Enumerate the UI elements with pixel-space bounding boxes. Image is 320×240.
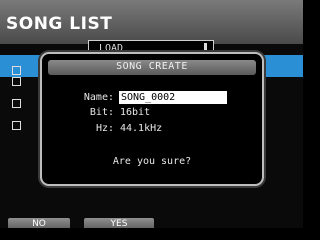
name-input[interactable]: SONG_0002 bbox=[119, 91, 227, 104]
song-list-screen: SONG LIST LOAD SONG CREATE Name: SONG_00… bbox=[0, 0, 303, 228]
checkbox[interactable] bbox=[12, 121, 21, 130]
checkbox[interactable] bbox=[12, 66, 21, 75]
bit-value: 16bit bbox=[120, 107, 151, 118]
no-button[interactable]: NO bbox=[8, 218, 70, 228]
dialog-titlebar: SONG CREATE bbox=[48, 60, 256, 75]
song-create-dialog: SONG CREATE Name: SONG_0002 Bit: 16bit H… bbox=[40, 52, 264, 186]
header-bar: SONG LIST bbox=[0, 0, 303, 44]
bit-label: Bit: bbox=[89, 107, 114, 118]
confirm-prompt: Are you sure? bbox=[112, 156, 192, 167]
hz-value: 44.1kHz bbox=[120, 123, 163, 134]
yes-button[interactable]: YES bbox=[84, 218, 154, 228]
dialog-title: SONG CREATE bbox=[116, 61, 188, 72]
hz-label: Hz: bbox=[95, 123, 114, 134]
name-label: Name: bbox=[83, 92, 114, 103]
checkbox[interactable] bbox=[12, 99, 21, 108]
page-title: SONG LIST bbox=[6, 14, 113, 34]
